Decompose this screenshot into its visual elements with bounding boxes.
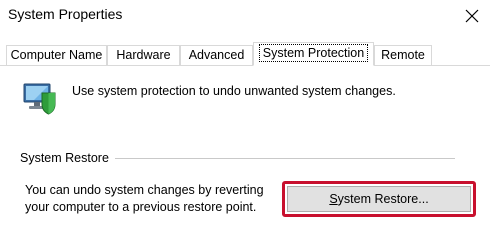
intro-text: Use system protection to undo unwanted s… [72,84,396,98]
tab-label: Remote [381,48,425,62]
system-restore-description: You can undo system changes by reverting… [25,182,264,216]
close-icon [465,9,479,23]
computer-shield-icon [23,83,56,115]
description-line: your computer to a previous restore poin… [25,200,257,214]
tab-system-protection[interactable]: System Protection [253,42,374,66]
description-line: You can undo system changes by reverting [25,183,264,197]
tab-advanced[interactable]: Advanced [180,45,253,66]
tab-computer-name[interactable]: Computer Name [6,45,107,66]
system-restore-button[interactable]: System Restore... [287,186,471,212]
button-label: ystem Restore... [337,192,429,206]
tab-label: Computer Name [10,48,103,62]
tab-label: Hardware [116,48,171,62]
title-bar: System Properties [0,0,490,34]
window-title: System Properties [8,6,123,22]
close-button[interactable] [454,1,490,31]
tab-label: System Protection [258,44,369,62]
group-divider [115,158,455,159]
tab-remote[interactable]: Remote [374,45,432,66]
tab-hardware[interactable]: Hardware [107,45,180,66]
button-accelerator: S [329,192,338,206]
system-restore-group-label: System Restore [20,151,109,165]
tab-label: Advanced [188,48,245,62]
